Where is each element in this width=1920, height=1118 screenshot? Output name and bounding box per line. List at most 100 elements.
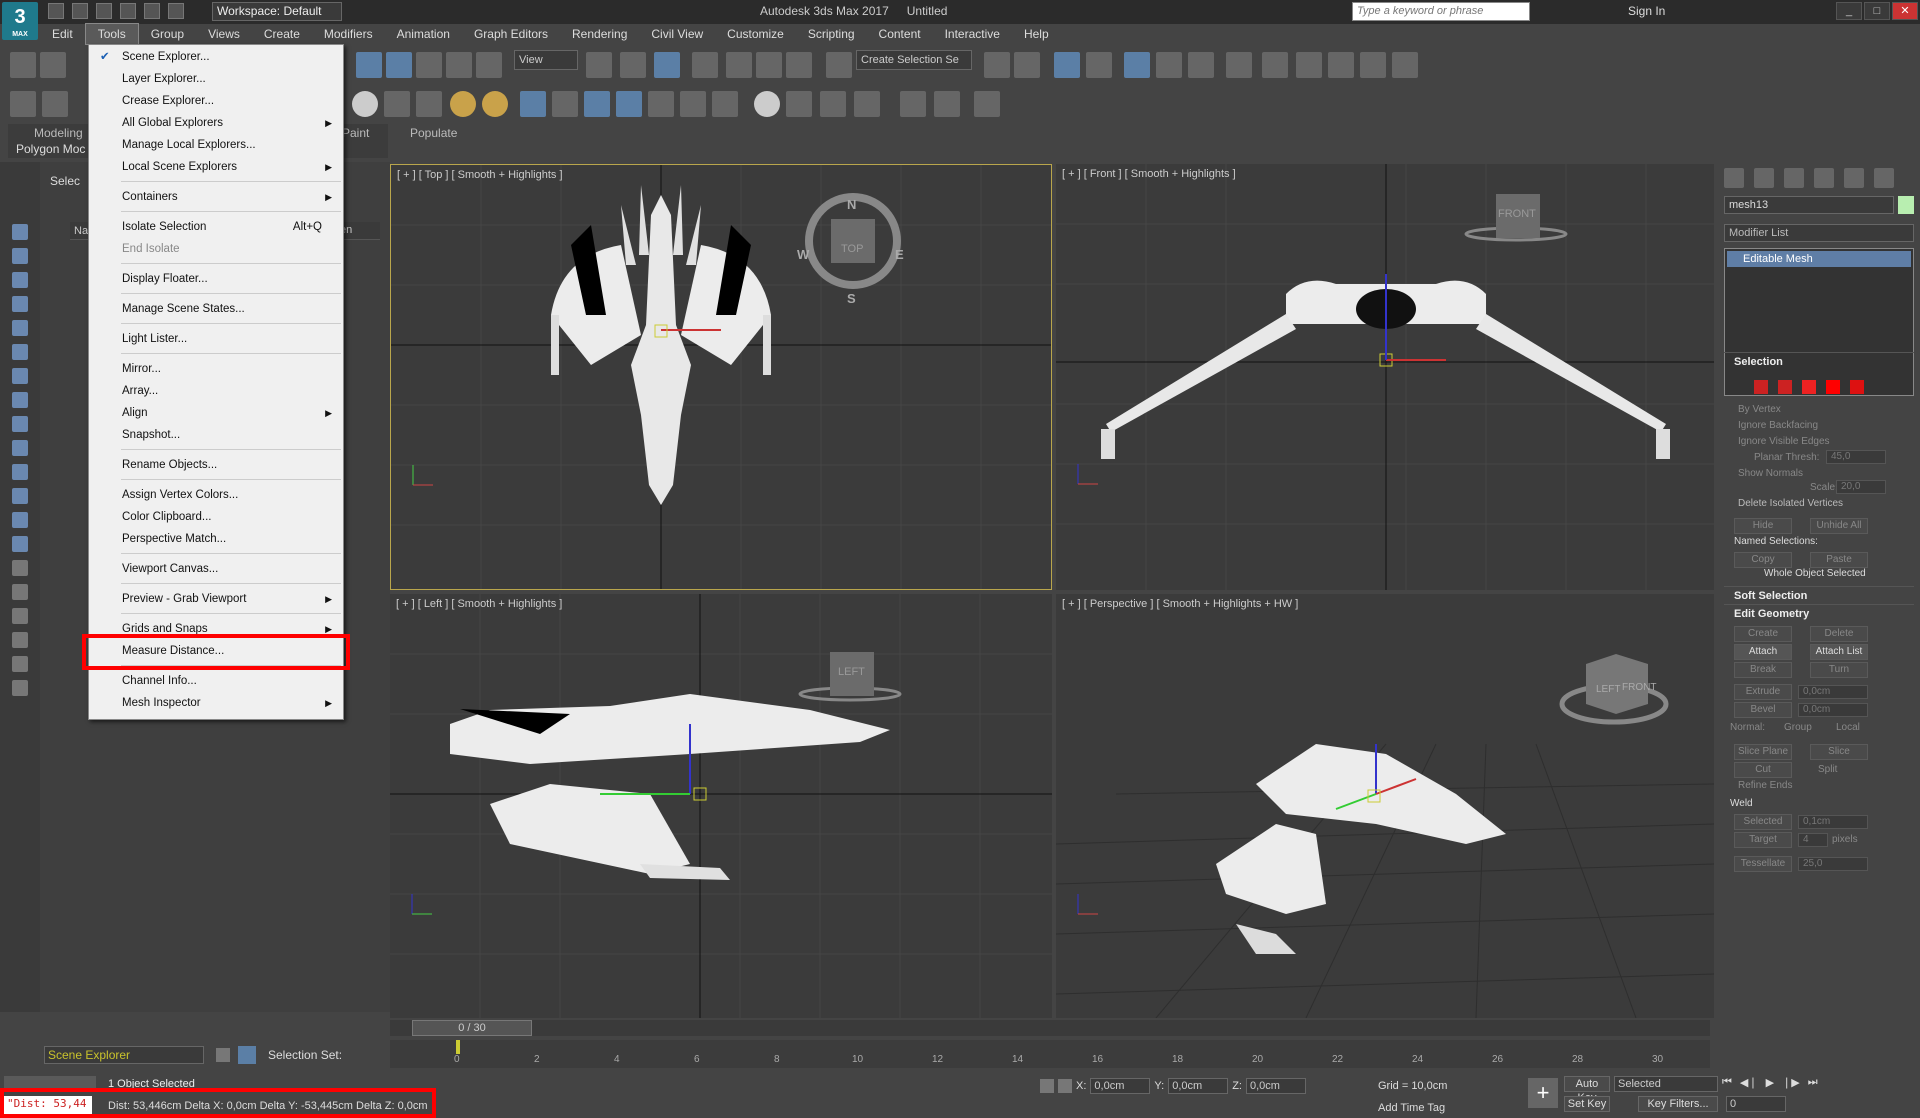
modifier-list-dropdown[interactable]: Modifier List — [1724, 224, 1914, 242]
explorer-selector[interactable]: Scene Explorer — [44, 1046, 204, 1064]
gear-icon[interactable] — [616, 91, 642, 117]
snap-toggle-icon[interactable] — [692, 52, 718, 78]
close-icon[interactable]: ✕ — [1892, 2, 1918, 20]
schematic-view-icon[interactable] — [1156, 52, 1182, 78]
scale-spinner[interactable]: 20,0 — [1836, 480, 1886, 494]
set-key-button[interactable]: Set Key — [1564, 1096, 1610, 1112]
menu-item-isolate-selection[interactable]: Isolate Selection Alt+Q — [90, 217, 342, 237]
menu-item-preview-grab-viewport[interactable]: Preview - Grab Viewport ▶ — [90, 589, 342, 609]
project-icon[interactable] — [168, 3, 184, 19]
material-sphere-icon[interactable] — [754, 91, 780, 117]
split-checkbox[interactable]: Split — [1818, 764, 1837, 775]
edit-named-selection-icon[interactable] — [826, 52, 852, 78]
play-icon[interactable]: ▶ — [1766, 1076, 1774, 1089]
menu-help[interactable]: Help — [1012, 24, 1061, 44]
absolute-mode-icon[interactable] — [1058, 1079, 1072, 1093]
expand-icon[interactable] — [12, 680, 28, 696]
select-region-icon[interactable] — [356, 52, 382, 78]
copy-button[interactable]: Copy — [1734, 552, 1792, 568]
hierarchy-tab-icon[interactable] — [1784, 168, 1804, 188]
layers-icon[interactable] — [216, 1048, 230, 1062]
menu-item-align[interactable]: Align ▶ — [90, 403, 342, 423]
undo-icon[interactable] — [10, 52, 36, 78]
percent-snap-icon[interactable] — [756, 52, 782, 78]
help-icon[interactable] — [854, 91, 880, 117]
display-spacewarps-icon[interactable] — [12, 368, 28, 384]
align-icon[interactable] — [1014, 52, 1040, 78]
tessellate-spinner[interactable]: 25,0 — [1798, 857, 1868, 871]
pivot-icon[interactable] — [586, 52, 612, 78]
go-to-end-icon[interactable]: ⏭ — [1808, 1076, 1818, 1089]
menu-item-array[interactable]: Array... — [90, 381, 342, 401]
menu-item-containers[interactable]: Containers ▶ — [90, 187, 342, 207]
selection-set-icon[interactable] — [238, 1046, 256, 1064]
stack-item-editable-mesh[interactable]: Editable Mesh — [1727, 251, 1911, 267]
menu-item-snapshot[interactable]: Snapshot... — [90, 425, 342, 445]
selection-lock-icon[interactable] — [1040, 1079, 1054, 1093]
target-pixels-spinner[interactable]: 4 — [1798, 833, 1828, 847]
redo-icon[interactable] — [40, 52, 66, 78]
viewcube-left-face[interactable]: LEFT — [1596, 684, 1620, 695]
show-normals-checkbox[interactable]: Show Normals — [1738, 468, 1803, 479]
weld-selected-button[interactable]: Selected — [1734, 814, 1792, 830]
display-none-icon[interactable] — [12, 224, 28, 240]
viewport-front-label[interactable]: [ + ] [ Front ] [ Smooth + Highlights ] — [1062, 168, 1236, 180]
hair-icon[interactable] — [680, 91, 706, 117]
menu-modifiers[interactable]: Modifiers — [312, 24, 385, 44]
display-bones-icon[interactable] — [12, 440, 28, 456]
menu-group[interactable]: Group — [139, 24, 196, 44]
menu-item-viewport-canvas[interactable]: Viewport Canvas... — [90, 559, 342, 579]
render-cloud-icon[interactable] — [1360, 52, 1386, 78]
tessellate-button[interactable]: Tessellate — [1734, 856, 1792, 872]
container-icon[interactable] — [820, 91, 846, 117]
next-frame-icon[interactable]: ❘▶ — [1782, 1076, 1800, 1089]
display-containers-icon[interactable] — [12, 464, 28, 480]
display-lights-icon[interactable] — [12, 296, 28, 312]
menu-item-light-lister[interactable]: Light Lister... — [90, 329, 342, 349]
teapot-icon[interactable] — [10, 91, 36, 117]
viewcube-left[interactable]: LEFT — [838, 666, 865, 678]
menu-views[interactable]: Views — [196, 24, 252, 44]
rollout-soft-selection[interactable]: Soft Selection — [1724, 586, 1914, 604]
sphere-light-icon[interactable] — [352, 91, 378, 117]
extrude-button[interactable]: Extrude — [1734, 684, 1792, 700]
menu-item-mirror[interactable]: Mirror... — [90, 359, 342, 379]
rotate-icon[interactable] — [416, 52, 442, 78]
find-icon[interactable] — [12, 632, 28, 648]
hide-button[interactable]: Hide — [1734, 518, 1792, 534]
maximize-icon[interactable]: □ — [1864, 2, 1890, 20]
z-coordinate-field[interactable]: 0,0cm — [1245, 1078, 1306, 1094]
display-none-filter-icon[interactable] — [12, 560, 28, 576]
menu-interactive[interactable]: Interactive — [933, 24, 1012, 44]
align-dots-icon[interactable] — [934, 91, 960, 117]
previous-frame-icon[interactable]: ◀❘ — [1740, 1076, 1758, 1089]
viewport-top[interactable]: [ + ] [ Top ] [ Smooth + Highlights ] N … — [390, 164, 1052, 590]
cut-button[interactable]: Cut — [1734, 762, 1792, 778]
delete-button[interactable]: Delete — [1810, 626, 1868, 642]
invert-icon[interactable] — [12, 584, 28, 600]
create-button[interactable]: Create — [1734, 626, 1792, 642]
display-all-icon[interactable] — [12, 536, 28, 552]
object-name-field[interactable]: mesh13 — [1724, 196, 1894, 214]
track-bar[interactable]: 0 2 4 6 8 10 12 14 16 18 20 22 24 26 28 … — [390, 1040, 1710, 1068]
menu-item-rename-objects[interactable]: Rename Objects... — [90, 455, 342, 475]
sign-in-button[interactable]: Sign In — [1628, 4, 1665, 18]
extrude-spinner[interactable]: 0,0cm — [1798, 685, 1868, 699]
undo-icon[interactable] — [120, 3, 136, 19]
a360-icon[interactable] — [1392, 52, 1418, 78]
turn-button[interactable]: Turn — [1810, 662, 1868, 678]
minimize-icon[interactable]: _ — [1836, 2, 1862, 20]
attach-button[interactable]: Attach — [1734, 644, 1792, 660]
menu-item-local-scene-explorers[interactable]: Local Scene Explorers ▶ — [90, 157, 342, 177]
attach-list-button[interactable]: Attach List — [1810, 644, 1868, 660]
layer-explorer-icon[interactable] — [1054, 52, 1080, 78]
unhide-all-button[interactable]: Unhide All — [1810, 518, 1868, 534]
menu-rendering[interactable]: Rendering — [560, 24, 639, 44]
polygon-icon[interactable] — [1826, 380, 1840, 394]
viewcube-front[interactable]: FRONT — [1498, 208, 1536, 220]
mirror-icon[interactable] — [984, 52, 1010, 78]
rollout-edit-geometry[interactable]: Edit Geometry — [1724, 604, 1914, 622]
rollout-selection[interactable]: Selection — [1724, 352, 1914, 370]
menu-content[interactable]: Content — [867, 24, 933, 44]
viewcube-top[interactable]: TOP — [841, 243, 863, 255]
